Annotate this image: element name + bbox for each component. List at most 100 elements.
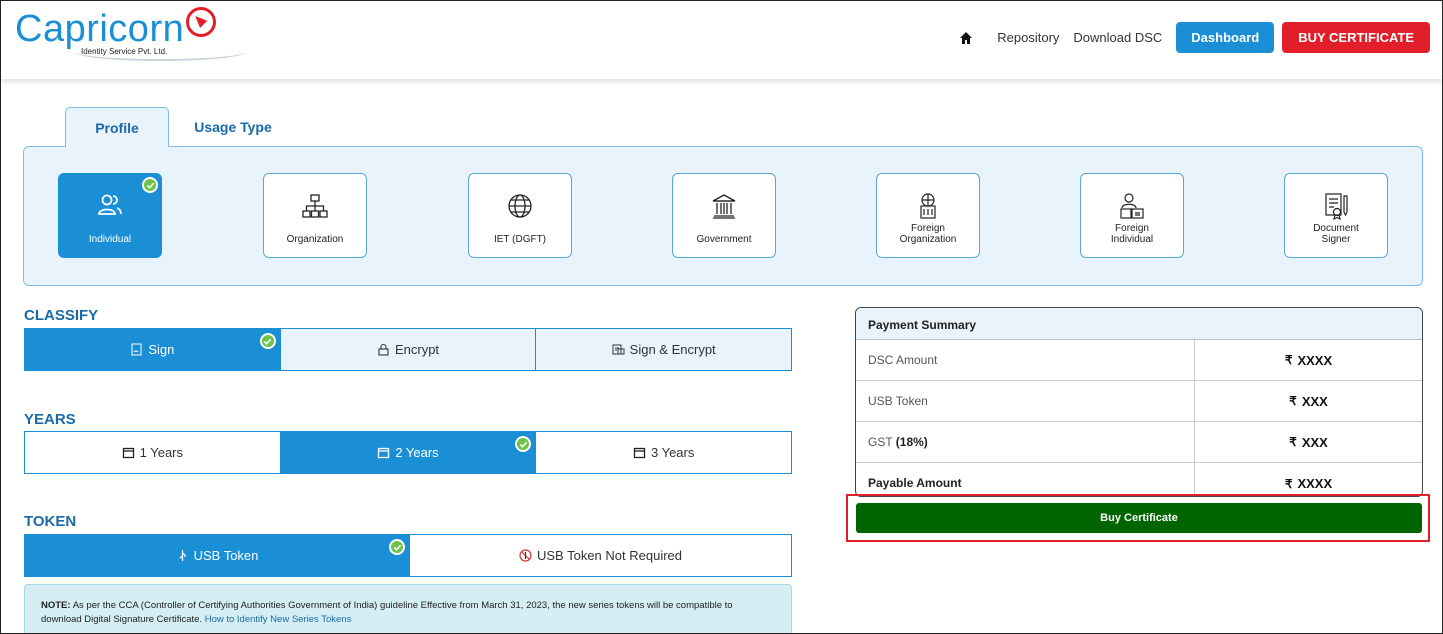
buy-certificate-top-button[interactable]: BUY CERTIFICATE bbox=[1282, 22, 1430, 53]
token-option-usb[interactable]: USB Token bbox=[25, 535, 410, 576]
no-usb-icon bbox=[519, 549, 532, 562]
classify-option-label: Encrypt bbox=[394, 342, 440, 357]
profile-card-organization[interactable]: Organization bbox=[263, 173, 367, 258]
payment-row-label: USB Token bbox=[856, 381, 1195, 421]
check-icon bbox=[389, 539, 405, 555]
classify-title: CLASSIFY bbox=[24, 307, 99, 324]
globe-icon bbox=[506, 192, 534, 220]
years-option-2[interactable]: 2 Years bbox=[280, 432, 537, 473]
classify-option-encrypt[interactable]: Encrypt bbox=[280, 329, 537, 370]
top-nav: Repository Download DSC Dashboard BUY CE… bbox=[959, 22, 1430, 53]
payment-summary-title: Payment Summary bbox=[856, 308, 1422, 340]
years-options: 1 Years 2 Years 3 Years bbox=[24, 431, 792, 474]
nav-repository[interactable]: Repository bbox=[997, 30, 1059, 45]
home-icon[interactable] bbox=[959, 31, 973, 45]
document-signer-icon bbox=[1322, 192, 1350, 221]
amount-value: XXXX bbox=[1297, 352, 1333, 368]
payment-row-usb-token: USB Token ₹ XXX bbox=[856, 381, 1422, 422]
check-icon bbox=[515, 436, 532, 452]
profile-card-individual[interactable]: Individual bbox=[58, 173, 162, 258]
token-option-not-required[interactable]: USB Token Not Required bbox=[410, 535, 791, 576]
payment-row-value: ₹ XXXX bbox=[1195, 340, 1422, 380]
classify-option-label: Sign bbox=[148, 342, 175, 357]
profile-card-foreign-individual[interactable]: Foreign Individual bbox=[1080, 173, 1184, 258]
profile-card-iet-dgft[interactable]: IET (DGFT) bbox=[468, 173, 572, 258]
profile-label: Foreign Individual bbox=[1110, 223, 1154, 245]
note-text: As per the CCA (Controller of Certifying… bbox=[41, 600, 733, 625]
classify-option-sign[interactable]: Sign bbox=[25, 329, 281, 370]
dashboard-button[interactable]: Dashboard bbox=[1176, 22, 1275, 53]
profile-label: Document Signer bbox=[1313, 223, 1359, 245]
token-title: TOKEN bbox=[24, 513, 77, 530]
profile-label: Government bbox=[696, 234, 752, 245]
payment-summary: Payment Summary DSC Amount ₹ XXXX USB Tok… bbox=[855, 307, 1423, 497]
tab-usage-type[interactable]: Usage Type bbox=[169, 107, 297, 147]
payment-row-value: ₹ XXXX bbox=[1195, 463, 1422, 496]
profile-card-document-signer[interactable]: Document Signer bbox=[1284, 173, 1388, 258]
calendar-icon bbox=[122, 446, 135, 459]
nav-download-dsc[interactable]: Download DSC bbox=[1073, 30, 1162, 45]
new-series-tokens-link[interactable]: How to Identify New Series Tokens bbox=[205, 614, 352, 625]
amount-value: XXX bbox=[1301, 393, 1328, 409]
payment-row-value: ₹ XXX bbox=[1195, 422, 1422, 462]
payment-row-label: DSC Amount bbox=[856, 340, 1195, 380]
payment-row-label-wrap: GST (18%) bbox=[856, 422, 1195, 462]
token-option-label: USB Token Not Required bbox=[536, 548, 682, 563]
profile-card-government[interactable]: Government bbox=[672, 173, 776, 258]
payment-row-value: ₹ XXX bbox=[1195, 381, 1422, 421]
government-building-icon bbox=[710, 192, 738, 220]
top-header: Capricorn Identity Service Pvt. Ltd. Rep… bbox=[1, 1, 1442, 79]
classify-option-label: Sign & Encrypt bbox=[629, 342, 716, 357]
profile-label: Organization bbox=[286, 234, 344, 245]
payment-row-payable: Payable Amount ₹ XXXX bbox=[856, 463, 1422, 496]
amount-value: XXX bbox=[1301, 434, 1328, 450]
years-option-1[interactable]: 1 Years bbox=[25, 432, 281, 473]
years-option-label: 1 Years bbox=[139, 445, 184, 460]
sign-icon bbox=[130, 343, 143, 356]
rupee-symbol: ₹ bbox=[1284, 476, 1293, 491]
sign-encrypt-icon bbox=[612, 343, 625, 356]
payment-row-label: Payable Amount bbox=[856, 463, 1195, 496]
buy-certificate-button[interactable]: Buy Certificate bbox=[856, 503, 1422, 533]
logo-mark-icon bbox=[186, 7, 217, 37]
gst-rate: (18%) bbox=[895, 435, 928, 449]
tab-profile[interactable]: Profile bbox=[65, 107, 169, 147]
org-chart-icon bbox=[301, 192, 329, 220]
logo-subtext: Identity Service Pvt. Ltd. bbox=[81, 47, 168, 56]
rupee-symbol: ₹ bbox=[1289, 435, 1297, 449]
classify-options: Sign Encrypt Sign & Encrypt bbox=[24, 328, 792, 371]
payment-row-dsc-amount: DSC Amount ₹ XXXX bbox=[856, 340, 1422, 381]
calendar-icon bbox=[377, 446, 390, 459]
token-option-label: USB Token bbox=[193, 548, 259, 563]
token-options: USB Token USB Token Not Required bbox=[24, 534, 792, 577]
calendar-icon bbox=[633, 446, 646, 459]
profile-card-foreign-organization[interactable]: Foreign Organization bbox=[876, 173, 980, 258]
years-title: YEARS bbox=[24, 411, 76, 428]
rupee-symbol: ₹ bbox=[1284, 353, 1293, 367]
buy-certificate-highlight: Buy Certificate bbox=[846, 494, 1430, 542]
profile-label: IET (DGFT) bbox=[493, 234, 547, 245]
users-icon bbox=[96, 192, 124, 220]
rupee-symbol: ₹ bbox=[1289, 394, 1297, 408]
classify-option-sign-encrypt[interactable]: Sign & Encrypt bbox=[536, 329, 792, 370]
foreign-organization-icon bbox=[914, 192, 942, 220]
tab-bar: Profile Usage Type bbox=[65, 107, 297, 147]
amount-value: XXXX bbox=[1297, 476, 1333, 491]
payment-row-label: GST bbox=[868, 435, 893, 449]
check-icon bbox=[259, 333, 276, 349]
years-option-label: 2 Years bbox=[395, 445, 439, 460]
note-label: NOTE: bbox=[41, 600, 71, 611]
foreign-individual-icon bbox=[1118, 192, 1146, 220]
profile-panel: Individual Organization IET (DGFT) Gover… bbox=[23, 146, 1423, 286]
company-logo[interactable]: Capricorn Identity Service Pvt. Ltd. bbox=[15, 7, 245, 63]
payment-row-gst: GST (18%) ₹ XXX bbox=[856, 422, 1422, 463]
page: Capricorn Identity Service Pvt. Ltd. Rep… bbox=[0, 0, 1443, 634]
years-option-3[interactable]: 3 Years bbox=[536, 432, 792, 473]
lock-icon bbox=[377, 343, 390, 356]
profile-label: Individual bbox=[88, 234, 132, 245]
check-icon bbox=[142, 177, 158, 193]
token-note: NOTE: As per the CCA (Controller of Cert… bbox=[24, 584, 792, 633]
usb-icon bbox=[176, 549, 189, 562]
years-option-label: 3 Years bbox=[650, 445, 695, 460]
profile-label: Foreign Organization bbox=[899, 223, 957, 245]
